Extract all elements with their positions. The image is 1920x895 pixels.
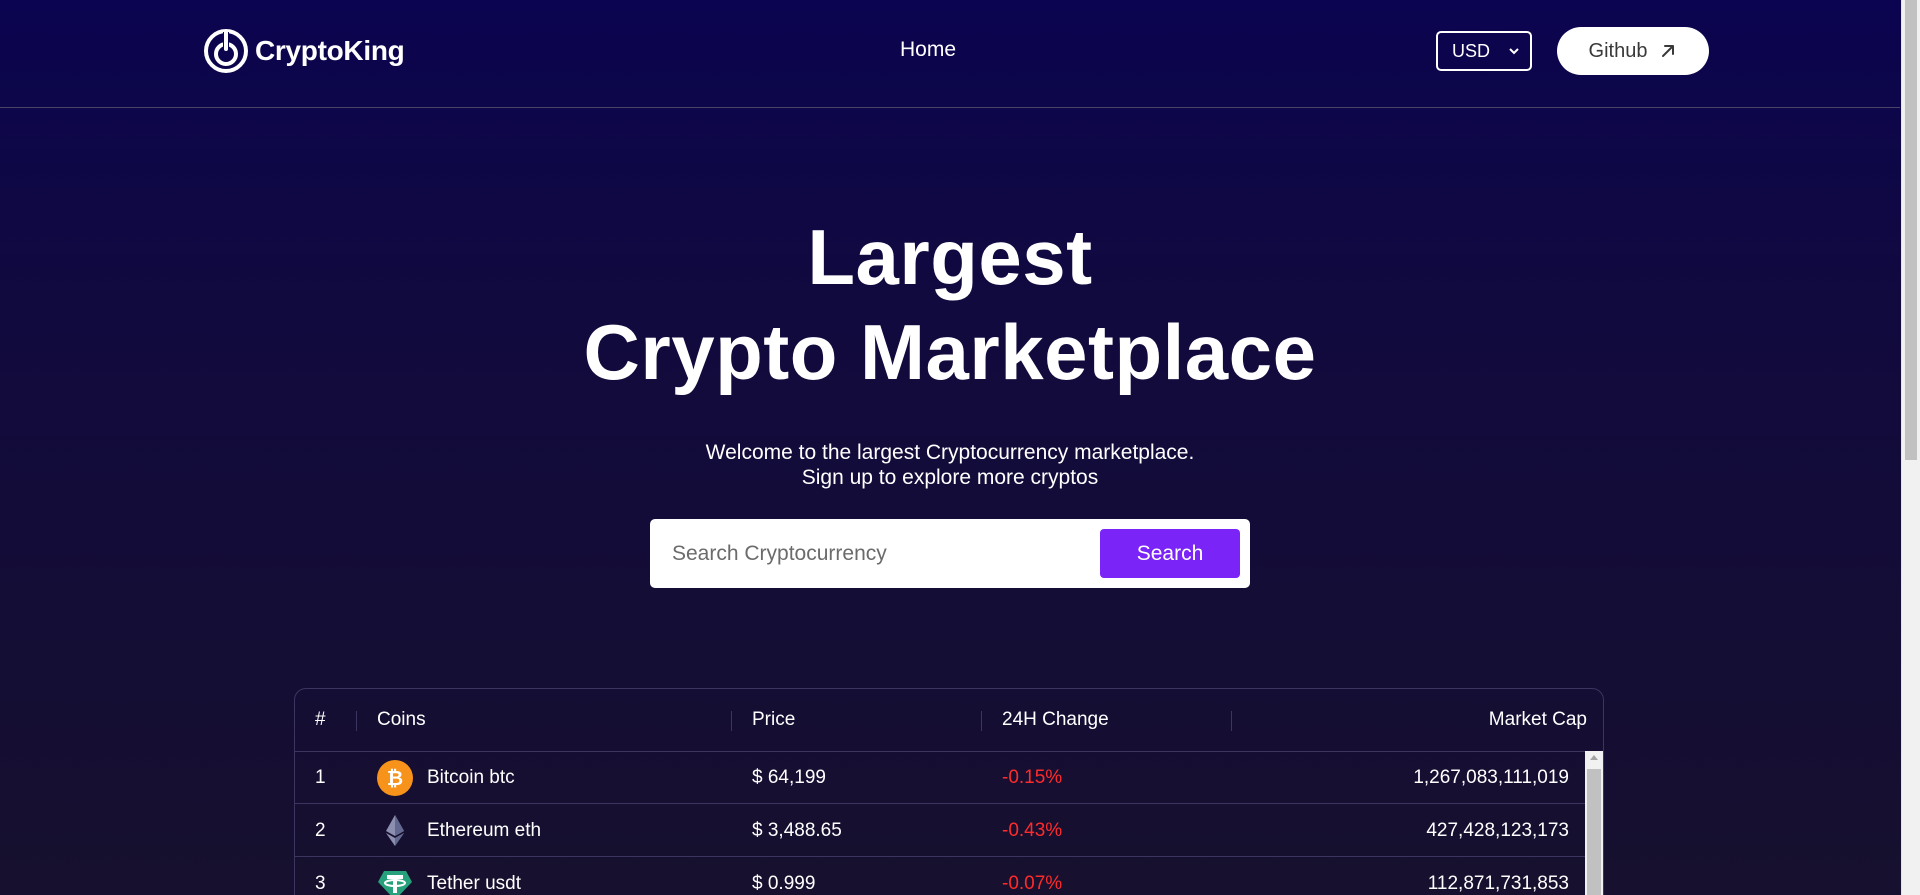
table-row[interactable]: 1 ₿ Bitcoin btc $ 64,199 -0.15% 1,267,08… [295,751,1603,804]
crypto-table: # Coins Price 24H Change Market Cap 1 ₿ … [294,688,1604,895]
header-market-cap: Market Cap [1488,709,1587,730]
row-rank: 3 [315,873,326,894]
header-coins: Coins [377,709,426,730]
header-divider [356,711,357,731]
nav-right: USD Github [1436,27,1709,75]
row-rank: 2 [315,820,326,841]
bitcoin-icon: ₿ [377,760,413,796]
header-price: Price [752,709,796,730]
row-coin-name: Bitcoin btc [427,767,515,788]
header-divider [1231,711,1232,731]
github-button[interactable]: Github [1557,27,1709,75]
svg-text:₿: ₿ [387,766,403,790]
page-scrollbar[interactable] [1901,0,1920,895]
row-price: $ 64,199 [752,767,826,788]
row-price: $ 0.999 [752,873,816,894]
header-divider [981,711,982,731]
github-button-label: Github [1588,39,1648,62]
header-24h-change: 24H Change [1002,709,1109,730]
nav-link-home[interactable]: Home [900,38,956,62]
table-scrollbar[interactable] [1585,751,1603,895]
page-scrollbar-thumb[interactable] [1905,0,1917,460]
hero-subtitle-line2: Sign up to explore more cryptos [801,466,1099,489]
logo-text: CryptoKing [255,35,405,66]
ethereum-icon [386,815,404,846]
hero-title: Largest Crypto Marketplace [0,210,1900,400]
chevron-down-icon [1509,48,1519,55]
scroll-up-arrow-icon[interactable] [1590,755,1598,760]
search-input[interactable] [672,519,1072,588]
table-scrollbar-thumb[interactable] [1587,769,1601,895]
search-form: Search [650,519,1250,588]
currency-select-value: USD [1452,40,1491,61]
navbar: CryptoKing Home USD Github [0,0,1900,108]
cryptoking-logo-icon [204,29,248,73]
row-change: -0.07% [1002,873,1063,894]
table-header: # Coins Price 24H Change Market Cap [295,689,1603,752]
row-change: -0.43% [1002,820,1063,841]
logo[interactable]: CryptoKing [203,28,405,74]
hero-section: Largest Crypto Marketplace Welcome to th… [0,210,1900,490]
row-coin-name: Tether usdt [427,873,521,894]
table-row[interactable]: 3 Tether usdt $ 0.999 -0.07% 112,871,731… [295,857,1603,895]
hero-subtitle-line1: Welcome to the largest Cryptocurrency ma… [705,441,1195,464]
header-rank: # [315,709,326,730]
row-rank: 1 [315,767,326,788]
arrow-up-right-icon [1662,45,1675,57]
currency-select[interactable]: USD [1436,31,1532,71]
row-change: -0.15% [1002,767,1063,788]
search-button[interactable]: Search [1100,529,1240,578]
row-market-cap: 427,428,123,173 [1426,820,1569,841]
table-body: 1 ₿ Bitcoin btc $ 64,199 -0.15% 1,267,08… [295,751,1603,895]
nav-links: Home [900,38,956,62]
row-coin-name: Ethereum eth [427,820,542,841]
table-row[interactable]: 2 Ethereum eth $ 3,488.65 -0.43% 427,428… [295,804,1603,857]
row-market-cap: 1,267,083,111,019 [1413,767,1569,788]
tether-icon [378,871,412,895]
row-price: $ 3,488.65 [752,820,842,841]
row-market-cap: 112,871,731,853 [1427,873,1569,894]
hero-title-line1: Largest [807,213,1093,301]
hero-subtitle: Welcome to the largest Cryptocurrency ma… [0,440,1900,490]
header-divider [731,711,732,731]
hero-title-line2: Crypto Marketplace [583,308,1317,396]
